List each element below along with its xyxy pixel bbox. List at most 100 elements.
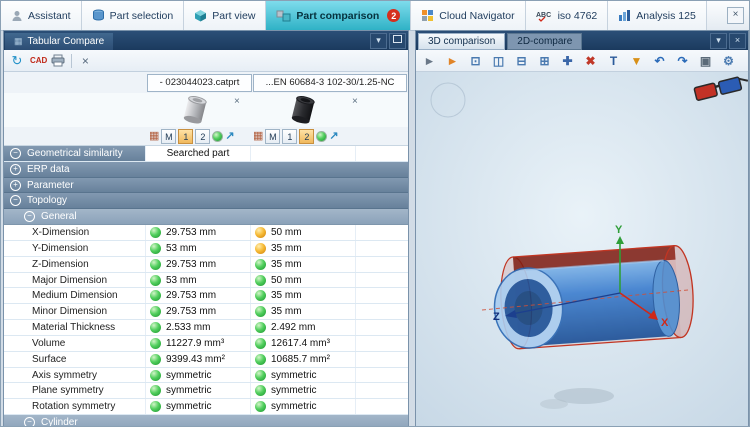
remove-part-2-icon[interactable]: × bbox=[352, 96, 358, 107]
section-row[interactable]: −Cylinder bbox=[4, 415, 408, 427]
tab-label: 2D-compare bbox=[517, 36, 572, 47]
expand-icon[interactable]: − bbox=[10, 148, 21, 159]
viewport-horizontal-icon[interactable]: ⊟ bbox=[512, 51, 531, 70]
value-cell: symmetric bbox=[251, 399, 356, 414]
3d-viewport[interactable]: Y X Z bbox=[416, 72, 748, 427]
status-yellow-icon bbox=[255, 227, 266, 238]
status-green-icon bbox=[255, 401, 266, 412]
row-label: Medium Dimension bbox=[4, 288, 146, 303]
expand-icon[interactable]: + bbox=[10, 180, 21, 191]
status-green-icon bbox=[255, 290, 266, 301]
tabular-compare-panel: ▦ Tabular Compare ▾ ↻ CAD × - 023044023.… bbox=[3, 30, 409, 427]
status-green-icon bbox=[150, 338, 161, 349]
part-thumbnail-silver bbox=[182, 94, 208, 126]
tab-part-comparison[interactable]: Part comparison 2 bbox=[266, 1, 411, 30]
close-panel-icon[interactable]: × bbox=[729, 33, 746, 49]
remove-part-1-icon[interactable]: × bbox=[234, 96, 240, 107]
section-row[interactable]: −General bbox=[4, 209, 408, 225]
section-row[interactable]: + ERP data bbox=[4, 162, 408, 178]
status-green-icon bbox=[255, 338, 266, 349]
transfer-icon[interactable]: ↗ bbox=[225, 130, 234, 143]
mode-m-button[interactable]: M bbox=[161, 129, 176, 144]
mode-1-button[interactable]: 1 bbox=[178, 129, 193, 144]
tab-part-selection[interactable]: Part selection bbox=[82, 1, 185, 30]
redo-icon[interactable]: ↷ bbox=[673, 51, 692, 70]
undo-icon[interactable]: ↶ bbox=[650, 51, 669, 70]
filter-funnel-icon[interactable]: ▼ bbox=[627, 51, 646, 70]
status-filter-icon[interactable] bbox=[212, 131, 223, 142]
section-label: ERP data bbox=[27, 164, 70, 175]
status-green-icon bbox=[150, 275, 161, 286]
value-cell: 2.492 mm bbox=[251, 320, 356, 335]
tab-label: 3D comparison bbox=[428, 36, 495, 47]
close-compare-icon[interactable]: × bbox=[78, 54, 92, 68]
print-icon[interactable] bbox=[51, 54, 65, 67]
abc-check-icon: ABC bbox=[536, 9, 553, 22]
row-label: Minor Dimension bbox=[4, 304, 146, 319]
value-cell: 9399.43 mm² bbox=[146, 352, 251, 367]
tab-tabular-compare[interactable]: ▦ Tabular Compare bbox=[5, 33, 113, 50]
toolbar-separator bbox=[71, 54, 72, 68]
settings-gear-icon[interactable]: ⚙ bbox=[719, 51, 738, 70]
section-label: Cylinder bbox=[41, 417, 78, 427]
column-controls-row: ▦ M 1 2 ↗ ▦ M 1 2 ↗ bbox=[4, 127, 408, 146]
expand-icon[interactable]: − bbox=[10, 195, 21, 206]
value-cell: symmetric bbox=[146, 368, 251, 383]
expand-icon[interactable]: − bbox=[24, 417, 35, 427]
tab-label: Part view bbox=[212, 10, 255, 22]
close-tab-button[interactable]: × bbox=[727, 7, 744, 24]
tab-cloud-navigator[interactable]: Cloud Navigator bbox=[411, 1, 525, 30]
sync-icon[interactable]: ↻ bbox=[8, 52, 26, 70]
viewport-quad-icon[interactable]: ⊞ bbox=[535, 51, 554, 70]
clash-cross-icon[interactable]: ✖ bbox=[581, 51, 600, 70]
viewport-single-icon[interactable]: ⊡ bbox=[466, 51, 485, 70]
mode-2-button[interactable]: 2 bbox=[299, 129, 314, 144]
mode-2-button[interactable]: 2 bbox=[195, 129, 210, 144]
tab-assistant[interactable]: Assistant bbox=[1, 1, 82, 30]
table-view-icon[interactable]: ▦ bbox=[253, 130, 263, 143]
status-green-icon bbox=[255, 322, 266, 333]
viewport-split-icon[interactable]: ◫ bbox=[489, 51, 508, 70]
column-controls-1: ▦ M 1 2 ↗ bbox=[149, 129, 235, 144]
panel-title: Tabular Compare bbox=[28, 36, 105, 47]
mode-1-button[interactable]: 1 bbox=[282, 129, 297, 144]
table-view-icon[interactable]: ▦ bbox=[149, 130, 159, 143]
row-label: Y-Dimension bbox=[4, 241, 146, 256]
text-filter-icon[interactable]: T bbox=[604, 51, 623, 70]
chevron-down-icon[interactable]: ▾ bbox=[370, 33, 387, 49]
value-cell: 11227.9 mm³ bbox=[146, 336, 251, 351]
tab-2d-compare[interactable]: 2D-compare bbox=[507, 33, 582, 50]
status-green-icon bbox=[150, 401, 161, 412]
compare-table-body: −Geometrical similaritySearched part + ERP… bbox=[4, 146, 408, 427]
chevron-down-icon[interactable]: ▾ bbox=[710, 33, 727, 49]
status-green-icon bbox=[150, 290, 161, 301]
value-cell: 53 mm bbox=[146, 273, 251, 288]
section-row[interactable]: −Topology bbox=[4, 193, 408, 209]
screenshot-camera-icon[interactable]: ▣ bbox=[696, 51, 715, 70]
expand-icon[interactable]: + bbox=[10, 164, 21, 175]
tab-iso-4762[interactable]: ABC iso 4762 bbox=[526, 1, 609, 30]
cad-export-icon[interactable]: CAD bbox=[30, 56, 47, 65]
move-part-icon[interactable]: ✚ bbox=[558, 51, 577, 70]
value-cell: 35 mm bbox=[251, 288, 356, 303]
section-label: Topology bbox=[27, 195, 67, 206]
tab-3d-comparison[interactable]: 3D comparison bbox=[418, 33, 505, 50]
row-label: Material Thickness bbox=[4, 320, 146, 335]
mode-m-button[interactable]: M bbox=[265, 129, 280, 144]
status-green-icon bbox=[255, 385, 266, 396]
section-row[interactable]: +Parameter bbox=[4, 178, 408, 194]
maximize-icon[interactable] bbox=[389, 33, 406, 49]
transfer-icon[interactable]: ↗ bbox=[329, 130, 338, 143]
status-filter-icon[interactable] bbox=[316, 131, 327, 142]
section-row[interactable]: −Geometrical similaritySearched part bbox=[4, 146, 408, 162]
status-green-icon bbox=[150, 370, 161, 381]
expand-icon[interactable]: − bbox=[24, 211, 35, 222]
viewport-background bbox=[416, 72, 748, 427]
blue-cylinder bbox=[492, 258, 682, 351]
tab-analysis-125[interactable]: Analysis 125 bbox=[608, 1, 707, 30]
tab-part-view[interactable]: Part view bbox=[184, 1, 266, 30]
select-highlight-icon[interactable]: ► bbox=[443, 51, 462, 70]
row-label: Z-Dimension bbox=[4, 257, 146, 272]
3d-comparison-titlebar: 3D comparison 2D-compare ▾ × bbox=[416, 31, 748, 50]
select-arrow-icon[interactable]: ► bbox=[420, 51, 439, 70]
